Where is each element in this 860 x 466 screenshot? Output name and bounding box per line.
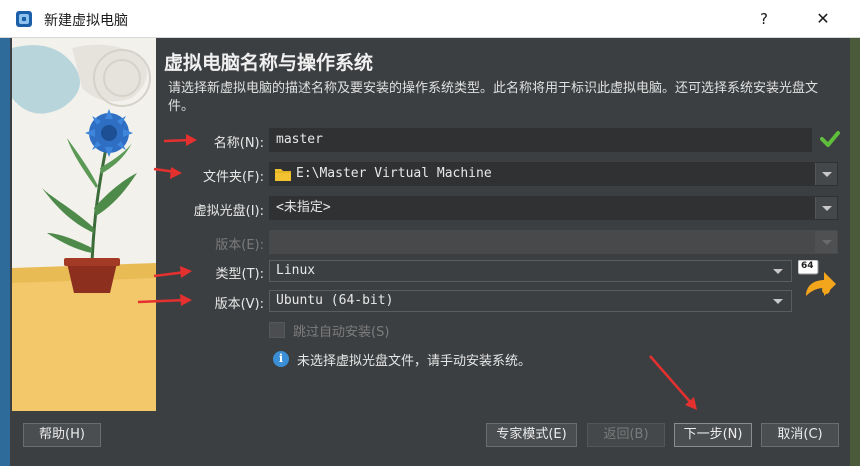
edition-label: 版本(E): <box>215 238 264 253</box>
cancel-button[interactable]: 取消(C) <box>761 423 839 447</box>
back-button: 返回(B) <box>587 423 665 447</box>
type-select[interactable]: Linux <box>269 260 792 282</box>
close-button[interactable]: ✕ <box>800 0 846 38</box>
context-help-button[interactable]: ? <box>744 0 784 38</box>
iso-label: 虚拟光盘(I): <box>193 204 264 219</box>
valid-check-icon <box>820 131 840 147</box>
background-window-edge <box>850 38 860 466</box>
iso-dropdown-button[interactable] <box>815 197 837 219</box>
chevron-down-icon <box>773 269 783 274</box>
edition-selector <box>269 230 838 254</box>
type-label: 类型(T): <box>215 267 264 282</box>
skip-unattended-label: 跳过自动安装(S) <box>293 325 390 340</box>
version-label: 版本(V): <box>214 297 264 312</box>
folder-selector[interactable]: E:\Master Virtual Machine <box>269 162 838 186</box>
help-button[interactable]: 帮助(H) <box>23 423 101 447</box>
iso-value: <未指定> <box>276 200 331 215</box>
page-description: 请选择新虚拟电脑的描述名称及要安装的操作系统类型。此名称将用于标识此虚拟电脑。还… <box>168 81 819 114</box>
type-value: Linux <box>276 263 316 278</box>
next-button[interactable]: 下一步(N) <box>674 423 752 447</box>
edition-dropdown-button <box>815 231 837 253</box>
page-heading: 虚拟电脑名称与操作系统 <box>164 52 374 74</box>
background-window-edge <box>0 38 10 466</box>
folder-path: E:\Master Virtual Machine <box>296 166 492 181</box>
version-select[interactable]: Ubuntu (64-bit) <box>269 290 792 312</box>
skip-unattended-checkbox <box>269 322 285 338</box>
os-type-icon: 64 <box>798 260 838 302</box>
folder-icon <box>275 169 291 181</box>
wizard-dialog: 虚拟电脑名称与操作系统 请选择新虚拟电脑的描述名称及要安装的操作系统类型。此名称… <box>10 38 850 466</box>
info-message: 未选择虚拟光盘文件，请手动安装系统。 <box>297 354 532 369</box>
expert-mode-button[interactable]: 专家模式(E) <box>486 423 577 447</box>
folder-dropdown-button[interactable] <box>815 163 837 185</box>
name-label: 名称(N): <box>213 136 264 151</box>
iso-selector[interactable]: <未指定> <box>269 196 838 220</box>
name-input[interactable]: master <box>269 128 812 152</box>
window-title: 新建虚拟电脑 <box>44 13 128 29</box>
info-icon: i <box>273 351 289 367</box>
virtualbox-app-icon <box>16 11 32 27</box>
wizard-illustration <box>12 38 156 411</box>
folder-label: 文件夹(F): <box>202 170 264 185</box>
version-value: Ubuntu (64-bit) <box>276 293 394 308</box>
chevron-down-icon <box>773 299 783 304</box>
os-bitness-badge: 64 <box>801 261 814 271</box>
window-titlebar: 新建虚拟电脑 ? ✕ <box>0 0 860 38</box>
